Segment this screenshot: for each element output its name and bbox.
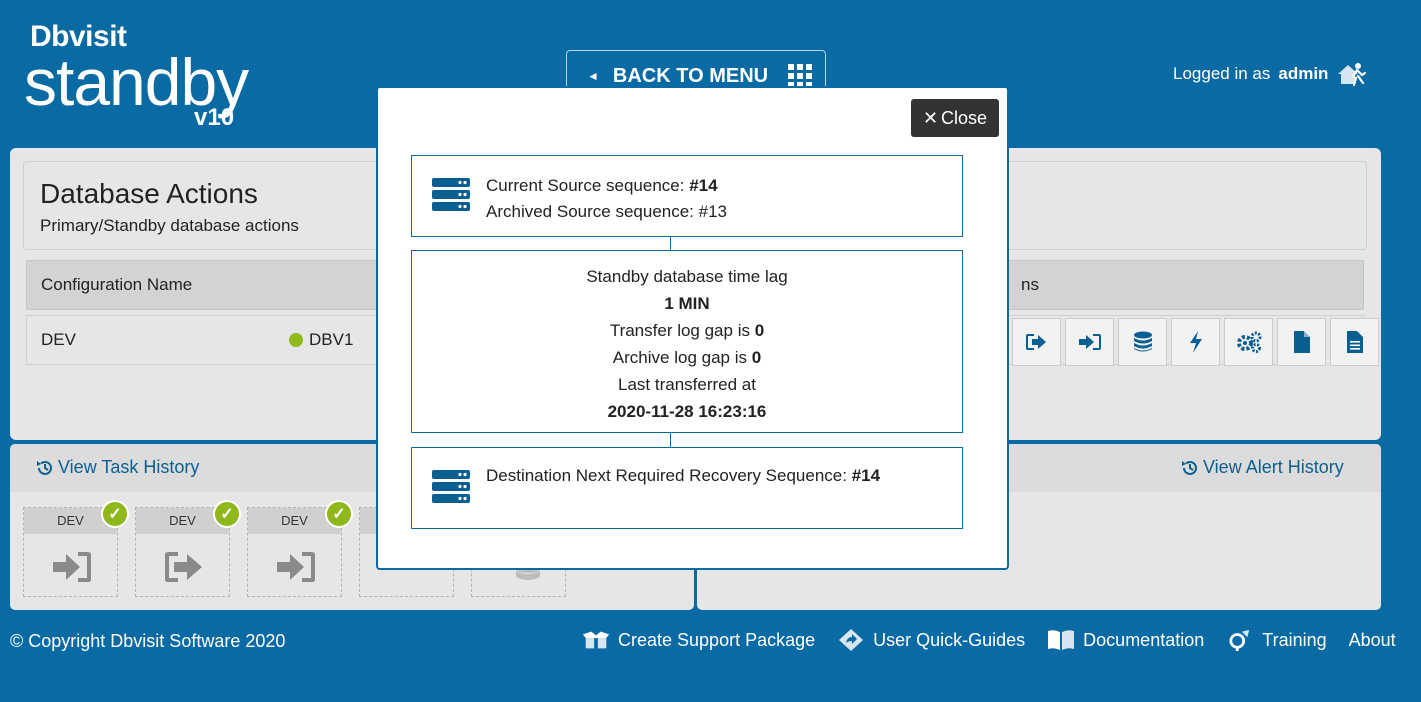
current-source-sequence: Current Source sequence: #14 — [486, 176, 718, 195]
logged-in-user: admin — [1278, 64, 1329, 83]
file-icon — [1293, 331, 1310, 353]
book-icon — [1048, 630, 1075, 650]
back-to-menu-label: BACK TO MENU — [612, 64, 769, 87]
current-source-sequence-value: #14 — [689, 176, 718, 195]
logo-version: v10 — [194, 104, 235, 131]
archived-source-sequence-value: #13 — [698, 202, 728, 221]
destination-sequence-value: #14 — [851, 466, 881, 485]
task-tile[interactable]: DEV ✓ — [135, 500, 241, 597]
database-cell: DBV1 — [289, 330, 353, 350]
user-quick-guides-label: User Quick-Guides — [873, 629, 1026, 650]
training-icon — [1229, 629, 1250, 651]
create-support-package-link[interactable]: Create Support Package — [582, 629, 815, 651]
failover-button[interactable] — [1171, 318, 1220, 366]
document-icon — [1346, 331, 1363, 353]
close-button[interactable]: ✕ Close — [911, 99, 999, 137]
dbvisit-standby-logo: Dbvisit standby v10 — [24, 20, 284, 135]
replication-status-modal: ✕ Close Current Source sequence: #14 Arc… — [376, 86, 1009, 570]
copyright-text: © Copyright Dbvisit Software 2020 — [10, 631, 286, 651]
logout-icon[interactable] — [1336, 61, 1367, 87]
transfer-log-gap-value: 0 — [754, 321, 765, 340]
history-icon — [37, 460, 52, 475]
footer-links: Create Support Package User Quick-Guides… — [582, 629, 1396, 651]
logged-in-prefix: Logged in as — [1173, 64, 1271, 83]
grid-menu-icon — [788, 64, 813, 88]
database-button[interactable] — [1118, 318, 1167, 366]
destination-sequence-label: Destination Next Required Recovery Seque… — [486, 466, 847, 485]
destination-sequence-box: Destination Next Required Recovery Seque… — [411, 447, 963, 529]
database-icon — [1133, 331, 1152, 352]
report-button[interactable] — [1330, 318, 1379, 366]
logged-in-status: Logged in as admin — [1173, 61, 1367, 87]
documentation-link[interactable]: Documentation — [1047, 629, 1204, 651]
arrow-out-icon — [165, 552, 202, 582]
success-check-icon: ✓ — [101, 500, 129, 528]
share-icon — [839, 629, 864, 651]
last-transferred-value: 2020-11-28 16:23:16 — [607, 402, 767, 421]
user-quick-guides-link[interactable]: User Quick-Guides — [837, 629, 1025, 651]
view-alert-history-label: View Alert History — [1203, 457, 1344, 477]
gears-icon — [1236, 331, 1261, 353]
create-support-package-label: Create Support Package — [618, 629, 816, 650]
archive-log-gap: Archive log gap is 0 — [612, 348, 762, 367]
arrow-in-icon — [277, 552, 315, 582]
lightning-icon — [1189, 331, 1202, 353]
settings-button[interactable] — [1224, 318, 1273, 366]
column-configuration-name: Configuration Name — [41, 275, 193, 294]
action-buttons — [1012, 318, 1379, 366]
view-task-history-link[interactable]: View Task History — [36, 457, 199, 478]
status-ok-icon — [289, 333, 303, 347]
database-name: DBV1 — [309, 330, 354, 349]
back-arrow-icon: ◄ — [587, 69, 599, 83]
log-file-button[interactable] — [1277, 318, 1326, 366]
time-lag-label: Standby database time lag — [586, 267, 788, 286]
about-link[interactable]: About — [1349, 630, 1396, 651]
last-transferred-label: Last transferred at — [618, 375, 756, 394]
training-link[interactable]: Training — [1226, 629, 1327, 651]
history-icon — [1182, 460, 1197, 475]
archived-source-sequence: Archived Source sequence: #13 — [486, 202, 728, 221]
time-lag-text: Standby database time lag 1 MIN Transfer… — [412, 263, 962, 425]
source-sequence-box: Current Source sequence: #14 Archived So… — [411, 155, 963, 237]
time-lag-box: Standby database time lag 1 MIN Transfer… — [411, 250, 963, 433]
success-check-icon: ✓ — [213, 500, 241, 528]
connector-line — [670, 237, 671, 250]
task-tile[interactable]: DEV ✓ — [23, 500, 129, 597]
view-alert-history-link[interactable]: View Alert History — [1181, 457, 1344, 478]
archive-log-gap-value: 0 — [751, 348, 762, 367]
transfer-log-gap: Transfer log gap is 0 — [609, 321, 765, 340]
close-icon: ✕ — [922, 107, 939, 128]
close-label: Close — [941, 107, 988, 128]
documentation-label: Documentation — [1083, 629, 1205, 650]
destination-sequence-text: Destination Next Required Recovery Seque… — [486, 465, 880, 487]
configuration-name-cell: DEV — [41, 330, 76, 349]
page-subtitle: Primary/Standby database actions — [40, 216, 299, 235]
package-icon — [582, 631, 610, 649]
switch-out-button[interactable] — [1012, 318, 1061, 366]
switch-in-icon — [1078, 334, 1101, 350]
success-check-icon: ✓ — [325, 500, 353, 528]
view-task-history-label: View Task History — [58, 457, 200, 477]
switch-in-button[interactable] — [1065, 318, 1114, 366]
about-label: About — [1348, 629, 1396, 650]
source-sequence-text: Current Source sequence: #14 Archived So… — [486, 173, 727, 225]
task-tile[interactable]: DEV ✓ — [247, 500, 353, 597]
server-icon — [432, 178, 470, 211]
training-label: Training — [1262, 629, 1327, 650]
connector-line — [670, 433, 671, 447]
server-icon — [432, 470, 470, 503]
page-title: Database Actions — [40, 178, 258, 209]
arrow-in-icon — [53, 552, 91, 582]
switch-out-icon — [1025, 334, 1046, 350]
time-lag-value: 1 MIN — [664, 294, 710, 313]
column-actions: ns — [1021, 275, 1039, 294]
